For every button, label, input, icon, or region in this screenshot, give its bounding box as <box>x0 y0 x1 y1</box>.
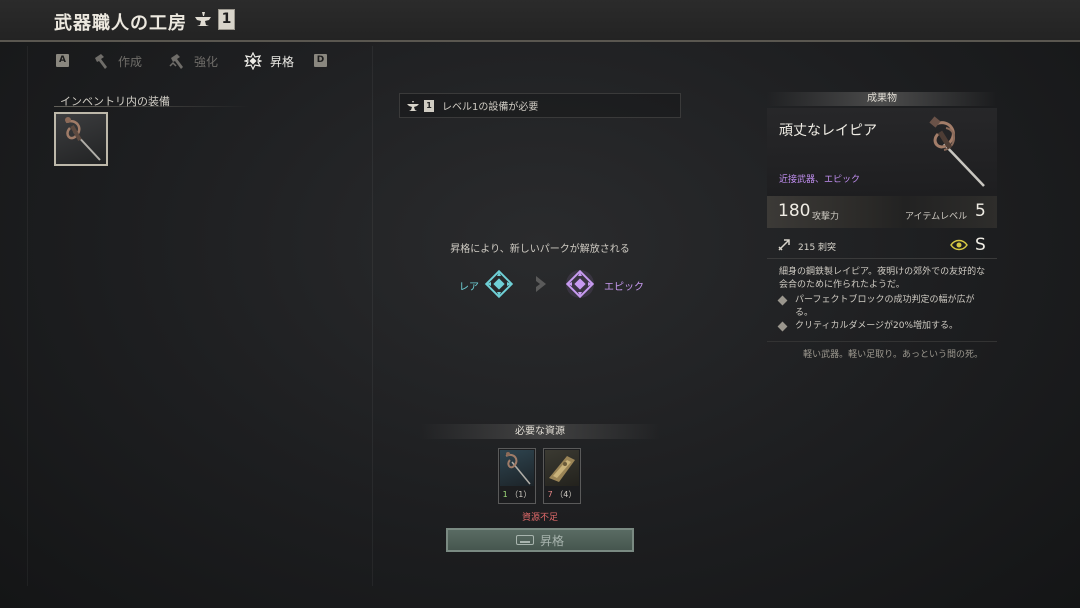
tab-craft[interactable]: 作成 <box>92 50 142 72</box>
resource-slot[interactable]: 7 （4） <box>543 448 581 504</box>
panel-divider <box>27 46 28 586</box>
item-level-value: 5 <box>975 201 986 221</box>
rapier-icon <box>929 116 985 187</box>
page-title: 武器職人の工房 <box>54 13 187 34</box>
inventory-item-slot[interactable] <box>54 112 108 166</box>
next-tab-key-hint[interactable]: D <box>314 54 327 67</box>
pierce-icon <box>778 239 790 251</box>
perk-text: クリティカルダメージが20%増加する。 <box>795 321 959 331</box>
anvil-icon <box>195 12 211 26</box>
item-name: 頑丈なレイピア <box>779 123 877 139</box>
hammer-icon <box>95 54 107 69</box>
tab-craft-label: 作成 <box>118 54 143 69</box>
tab-ascend[interactable]: 昇格 <box>244 50 294 72</box>
flavor-text: 軽い武器。軽い足取り。あっという間の死。 <box>803 350 983 360</box>
tab-upgrade[interactable]: 強化 <box>168 50 218 72</box>
ascend-button-label: 昇格 <box>539 533 564 548</box>
divider <box>767 258 997 259</box>
resource-have: 1 <box>502 490 508 499</box>
perk-item: パーフェクトブロックの成功判定の幅が広がる。 <box>777 294 989 320</box>
upgrade-hammer-icon <box>169 54 183 69</box>
perk-text: パーフェクトブロックの成功判定の幅が広がる。 <box>795 295 975 318</box>
current-rarity-label: レア <box>459 282 479 293</box>
requirement-text: レベル1の設備が必要 <box>442 102 539 113</box>
rapier-icon <box>65 117 101 161</box>
rare-rarity-icon <box>484 269 514 299</box>
resource-need: （1） <box>510 490 532 499</box>
eye-icon <box>950 239 968 251</box>
requirement-box: 1 レベル1の設備が必要 <box>399 93 681 118</box>
item-type: 近接武器、エピック <box>779 175 861 185</box>
epic-rarity-icon <box>565 269 595 299</box>
resource-count: 7 （4） <box>544 489 580 500</box>
result-header: 成果物 <box>767 92 997 106</box>
resource-have: 7 <box>547 490 553 499</box>
required-resources-title: 必要な資源 <box>420 424 660 439</box>
diamond-bullet-icon <box>777 295 788 306</box>
attack-label: 攻撃力 <box>812 212 840 222</box>
inventory-title-underline <box>54 106 250 107</box>
item-level-label: アイテムレベル <box>905 212 968 222</box>
tab-upgrade-label: 強化 <box>194 54 219 69</box>
ascend-button[interactable]: 昇格 <box>446 528 634 552</box>
ascend-icon <box>244 52 262 70</box>
divider <box>767 341 997 342</box>
metal-scrap-icon <box>545 450 579 486</box>
window-header: 武器職人の工房 1 <box>0 0 1080 42</box>
rapier-resource-icon <box>500 450 534 486</box>
tab-ascend-label: 昇格 <box>270 54 295 69</box>
insufficient-resources-warning: 資源不足 <box>521 513 558 523</box>
panel-divider <box>372 46 373 586</box>
unlock-description: 昇格により、新しいパークが解放される <box>450 244 630 255</box>
spacebar-key-icon <box>515 535 534 545</box>
pierce-damage: 215 刺突 <box>798 243 837 253</box>
perk-item: クリティカルダメージが20%増加する。 <box>777 320 989 333</box>
item-description: 細身の鋼鉄製レイピア。夜明けの郊外での友好的な会合のために作られたようだ。 <box>779 267 986 290</box>
resource-slot[interactable]: 1 （1） <box>498 448 536 504</box>
anvil-icon <box>407 100 419 111</box>
prev-tab-key-hint[interactable]: A <box>56 54 69 67</box>
resource-count: 1 （1） <box>499 489 535 500</box>
diamond-bullet-icon <box>777 321 788 332</box>
attack-value: 180 <box>778 201 811 221</box>
resource-need: （4） <box>555 490 577 499</box>
workshop-level-badge: 1 <box>218 9 235 30</box>
scaling-grade: S <box>975 235 986 255</box>
required-level-badge: 1 <box>424 99 434 112</box>
target-rarity-label: エピック <box>604 282 644 293</box>
chevron-right-icon <box>536 276 546 292</box>
